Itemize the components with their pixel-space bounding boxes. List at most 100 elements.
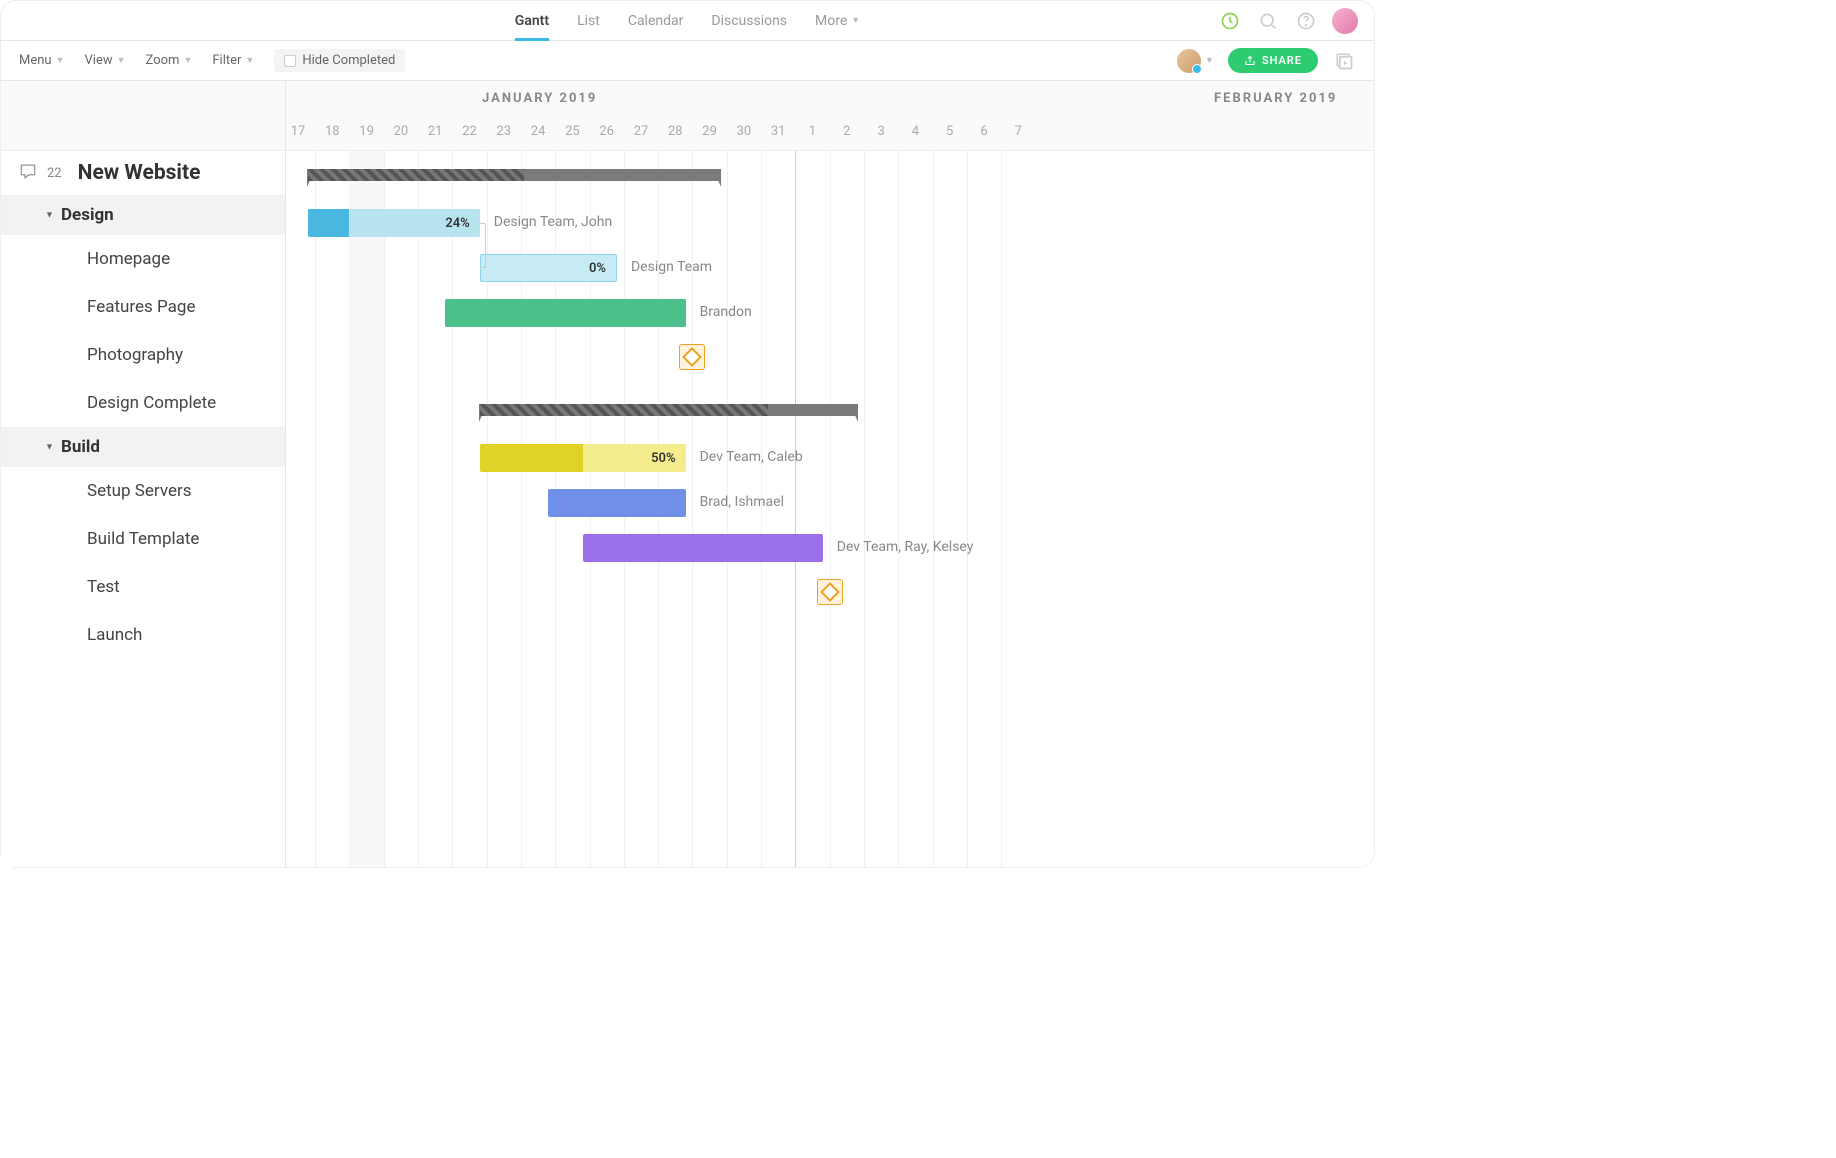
tab-label: Discussions bbox=[711, 13, 787, 29]
progress-percent: 50% bbox=[651, 451, 675, 466]
task-label: Launch bbox=[87, 625, 142, 645]
help-icon[interactable] bbox=[1294, 9, 1318, 33]
group-design[interactable]: ▼ Design bbox=[1, 195, 285, 235]
gantt-chart: JANUARY 2019FEBRUARY 2019 17181920212223… bbox=[286, 81, 1374, 867]
tab-label: Gantt bbox=[515, 13, 549, 29]
chevron-down-icon: ▼ bbox=[1205, 55, 1214, 66]
group-label: Build bbox=[61, 437, 100, 457]
project-header[interactable]: 22 New Website bbox=[1, 151, 285, 195]
task-launch[interactable]: Launch bbox=[1, 611, 285, 659]
chevron-down-icon: ▼ bbox=[245, 55, 254, 66]
task-setup-servers[interactable]: Setup Servers bbox=[1, 467, 285, 515]
hide-completed-toggle[interactable]: Hide Completed bbox=[274, 49, 405, 72]
assignee-label: Dev Team, Ray, Kelsey bbox=[837, 539, 974, 555]
day-label: 7 bbox=[1015, 124, 1022, 139]
summary-bar[interactable] bbox=[480, 404, 857, 416]
toolbar-label: View bbox=[85, 53, 113, 68]
share-button[interactable]: SHARE bbox=[1228, 48, 1318, 73]
day-label: 5 bbox=[946, 124, 953, 139]
tab-label: List bbox=[577, 13, 600, 29]
month-label: FEBRUARY 2019 bbox=[1214, 91, 1337, 106]
month-label: JANUARY 2019 bbox=[482, 91, 597, 106]
task-label: Photography bbox=[87, 345, 183, 365]
search-icon[interactable] bbox=[1256, 9, 1280, 33]
collapse-icon: ▼ bbox=[45, 210, 54, 221]
tab-more[interactable]: More▼ bbox=[815, 1, 860, 40]
checkbox-icon bbox=[284, 55, 296, 67]
assignee-filter[interactable]: ▼ bbox=[1177, 49, 1214, 73]
day-label: 4 bbox=[912, 124, 919, 139]
task-bar[interactable]: 0% bbox=[480, 254, 617, 282]
task-homepage[interactable]: Homepage bbox=[1, 235, 285, 283]
day-label: 21 bbox=[428, 124, 443, 139]
user-avatar[interactable] bbox=[1332, 8, 1358, 34]
task-design-complete[interactable]: Design Complete bbox=[1, 379, 285, 427]
toolbar-label: Menu bbox=[19, 53, 52, 68]
group-build[interactable]: ▼ Build bbox=[1, 427, 285, 467]
day-label: 22 bbox=[462, 124, 477, 139]
task-photography[interactable]: Photography bbox=[1, 331, 285, 379]
activity-icon[interactable] bbox=[1218, 9, 1242, 33]
day-label: 26 bbox=[599, 124, 614, 139]
task-bar[interactable]: 24% bbox=[308, 209, 480, 237]
task-bar[interactable]: 50% bbox=[480, 444, 686, 472]
sidebar-header-pad bbox=[1, 81, 285, 151]
collapse-icon: ▼ bbox=[45, 442, 54, 453]
comment-count: 22 bbox=[47, 166, 62, 181]
tab-calendar[interactable]: Calendar bbox=[628, 1, 684, 40]
main-split: 22 New Website ▼ Design Homepage Feature… bbox=[1, 81, 1374, 867]
tab-label: More bbox=[815, 13, 847, 29]
day-label: 1 bbox=[809, 124, 816, 139]
day-label: 30 bbox=[737, 124, 752, 139]
day-label: 29 bbox=[702, 124, 717, 139]
task-build-template[interactable]: Build Template bbox=[1, 515, 285, 563]
day-label: 20 bbox=[394, 124, 409, 139]
top-nav: Gantt List Calendar Discussions More▼ bbox=[1, 1, 1374, 41]
progress-percent: 0% bbox=[589, 261, 606, 276]
assignee-label: Dev Team, Caleb bbox=[700, 449, 803, 465]
tab-list[interactable]: List bbox=[577, 1, 600, 40]
day-label: 27 bbox=[634, 124, 649, 139]
view-dropdown[interactable]: View▼ bbox=[85, 53, 126, 68]
day-label: 17 bbox=[291, 124, 306, 139]
toolbar-right: ▼ SHARE bbox=[1177, 48, 1356, 73]
task-test[interactable]: Test bbox=[1, 563, 285, 611]
dependency-line bbox=[480, 223, 486, 268]
day-label: 19 bbox=[359, 124, 374, 139]
menu-dropdown[interactable]: Menu ▼ bbox=[19, 53, 65, 68]
chevron-down-icon: ▼ bbox=[56, 55, 65, 66]
task-features-page[interactable]: Features Page bbox=[1, 283, 285, 331]
task-bar[interactable] bbox=[548, 489, 685, 517]
tab-label: Calendar bbox=[628, 13, 684, 29]
presentation-icon[interactable] bbox=[1332, 49, 1356, 73]
timeline-header: JANUARY 2019FEBRUARY 2019 17181920212223… bbox=[286, 81, 1374, 151]
assignee-label: Design Team bbox=[631, 259, 712, 275]
task-label: Homepage bbox=[87, 249, 170, 269]
hide-completed-label: Hide Completed bbox=[302, 53, 395, 68]
filter-dropdown[interactable]: Filter ▼ bbox=[212, 53, 254, 68]
gantt-toolbar: Menu▼ View▼ Zoom▼ Filter▼ Hide Completed… bbox=[1, 41, 1374, 81]
day-label: 24 bbox=[531, 124, 546, 139]
today-column bbox=[349, 151, 383, 867]
milestone-marker[interactable] bbox=[817, 579, 843, 605]
toolbar-label: Filter bbox=[212, 53, 241, 68]
milestone-marker[interactable] bbox=[679, 344, 705, 370]
chevron-down-icon: ▼ bbox=[183, 55, 192, 66]
zoom-dropdown[interactable]: Zoom▼ bbox=[146, 53, 193, 68]
task-bar[interactable] bbox=[445, 299, 685, 327]
task-bar[interactable] bbox=[583, 534, 823, 562]
summary-bar[interactable] bbox=[308, 169, 720, 181]
tab-discussions[interactable]: Discussions bbox=[711, 1, 787, 40]
avatar-icon bbox=[1177, 49, 1201, 73]
task-label: Test bbox=[87, 577, 120, 597]
day-label: 3 bbox=[877, 124, 884, 139]
task-sidebar: 22 New Website ▼ Design Homepage Feature… bbox=[1, 81, 286, 867]
comment-icon bbox=[19, 162, 37, 184]
toolbar-label: Zoom bbox=[146, 53, 180, 68]
day-label: 2 bbox=[843, 124, 850, 139]
gantt-body[interactable]: 24%Design Team, John0%Design TeamBrandon… bbox=[286, 151, 1374, 867]
day-label: 31 bbox=[771, 124, 786, 139]
view-tabs: Gantt List Calendar Discussions More▼ bbox=[515, 1, 860, 40]
tab-gantt[interactable]: Gantt bbox=[515, 1, 549, 40]
day-label: 25 bbox=[565, 124, 580, 139]
